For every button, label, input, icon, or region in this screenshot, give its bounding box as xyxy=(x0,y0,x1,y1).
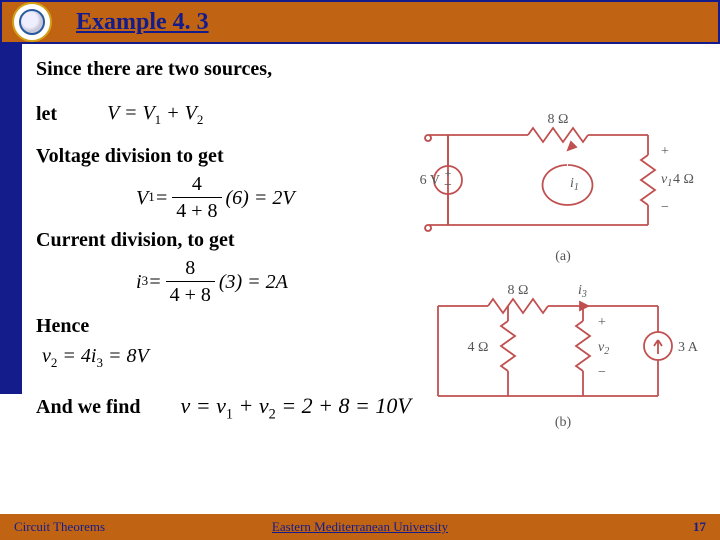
mult-factor: (6) xyxy=(226,185,249,211)
fraction-den: 4 + 8 xyxy=(166,282,215,308)
label-v2: v2 xyxy=(598,340,609,357)
university-logo xyxy=(12,2,52,42)
let-label: let xyxy=(36,101,57,127)
body-text: And we find xyxy=(36,394,140,420)
label-current-i1: i1 xyxy=(570,176,579,193)
label-plus: + xyxy=(661,144,669,159)
text-line: Hence xyxy=(36,313,416,339)
slide-title: Example 4. 3 xyxy=(76,9,209,36)
circuit-b: 8 Ω i3 4 Ω + v2 − 3 A (b) xyxy=(418,276,698,456)
label-minus-b: − xyxy=(598,365,606,380)
final-row: And we find v = v1 + v2 = 2 + 8 = 10V xyxy=(36,392,416,424)
label-isource: 3 A xyxy=(678,340,698,355)
equation-i3: i3 = 8 4 + 8 (3) = 2A xyxy=(136,257,416,307)
footer-university: Eastern Mediterranean University xyxy=(272,519,448,535)
footer-topic: Circuit Theorems xyxy=(14,519,105,535)
fraction-num: 4 xyxy=(172,171,221,198)
equation-superposition: V = V1 + V2 xyxy=(107,100,203,129)
eq-result: 2A xyxy=(266,269,288,295)
logo-globe-icon xyxy=(19,9,45,35)
label-r-top: 8 Ω xyxy=(548,112,569,127)
body-text: Since there are two sources, xyxy=(36,56,272,82)
label-minus: − xyxy=(661,200,669,215)
fraction-num: 8 xyxy=(166,255,215,282)
mult-factor: (3) xyxy=(219,269,242,295)
svg-text:−: − xyxy=(444,178,452,193)
label-plus-b: + xyxy=(598,315,606,330)
fraction-den: 4 + 8 xyxy=(172,198,221,224)
slide-header: Example 4. 3 xyxy=(0,0,720,44)
text-line: Voltage division to get xyxy=(36,143,416,169)
page-number: 17 xyxy=(693,519,706,535)
let-row: let V = V1 + V2 xyxy=(36,100,416,129)
equation-v2: v2 = 4i3 = 8V xyxy=(36,343,416,372)
body-text: Hence xyxy=(36,313,89,339)
text-line: Since there are two sources, xyxy=(36,56,416,82)
text-line: Current division, to get xyxy=(36,227,416,253)
label-i3: i3 xyxy=(578,283,587,300)
label-v1: v1 xyxy=(661,172,672,189)
label-r-4ohm: 4 Ω xyxy=(468,340,489,355)
circuit-a: + − 6 V 8 Ω 4 Ω i1 + v1 − (a) xyxy=(418,95,698,265)
label-r-right: 4 Ω xyxy=(673,172,694,187)
equation-v1: Vi₁1 = 4 4 + 8 (6) = 2V xyxy=(136,173,416,223)
label-vsource: 6 V xyxy=(420,173,440,188)
label-r-top-b: 8 Ω xyxy=(508,283,529,298)
slide-body: Since there are two sources, let V = V1 … xyxy=(36,56,416,428)
side-accent-bar xyxy=(0,44,22,394)
figure-label-a: (a) xyxy=(555,249,571,264)
circuit-figures: + − 6 V 8 Ω 4 Ω i1 + v1 − (a) xyxy=(418,95,708,461)
body-text: Current division, to get xyxy=(36,227,235,253)
slide-footer: Circuit Theorems Eastern Mediterranean U… xyxy=(0,514,720,540)
figure-label-b: (b) xyxy=(555,415,572,430)
eq-result: 2V xyxy=(272,185,294,211)
body-text: Voltage division to get xyxy=(36,143,224,169)
